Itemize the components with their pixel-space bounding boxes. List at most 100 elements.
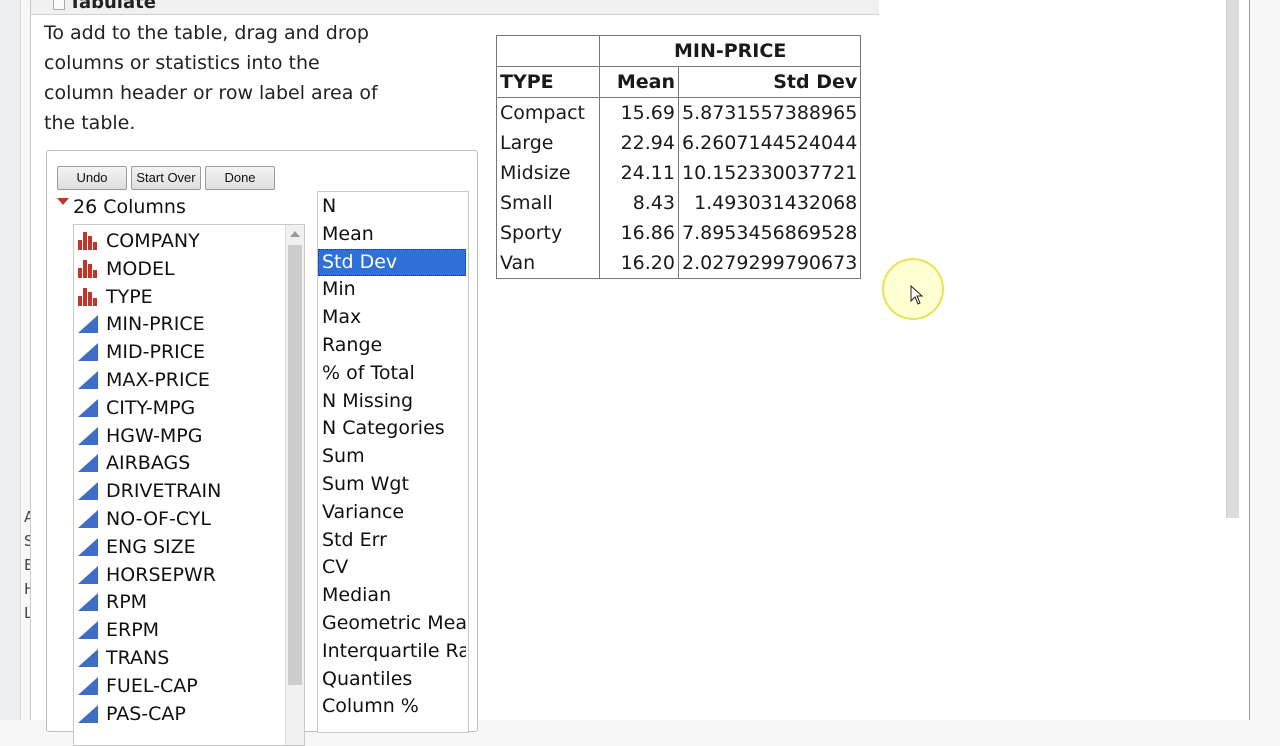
statistic-item[interactable]: Median	[318, 582, 466, 609]
table-row: Small 8.43 1.493031432068	[496, 188, 862, 218]
statistic-item[interactable]: Min	[318, 276, 466, 303]
column-name: PAS-CAP	[106, 702, 186, 725]
statistic-item[interactable]: Range	[318, 332, 466, 359]
bar-chart-icon	[78, 232, 98, 250]
triangle-ramp-icon	[78, 371, 98, 389]
column-name: FUEL-CAP	[106, 674, 198, 697]
table-row: Midsize 24.11 10.152330037721	[496, 158, 862, 188]
scroll-up-icon[interactable]	[290, 231, 300, 237]
column-name: MODEL	[106, 257, 175, 280]
statistic-item[interactable]: N	[318, 193, 466, 220]
background-window-strip	[0, 0, 21, 720]
table-cell-mean: 24.11	[599, 158, 679, 188]
statistics-list[interactable]: N Mean Std Dev Min Max Range% of Total N Missi…	[317, 191, 469, 733]
table-cell-std: 10.152330037721	[677, 158, 862, 188]
table-cell-mean: 16.86	[599, 218, 679, 248]
statistic-item[interactable]: Quantiles	[318, 666, 466, 693]
column-list-scrollbar[interactable]	[285, 225, 304, 745]
table-cell-std: 5.8731557388965	[677, 97, 862, 128]
column-name: MAX-PRICE	[106, 369, 210, 391]
column-name: AIRBAGS	[106, 452, 191, 475]
column-name: TRANS	[106, 647, 170, 669]
scroll-thumb[interactable]	[288, 245, 302, 685]
triangle-ramp-icon	[78, 426, 98, 445]
triangle-ramp-icon	[78, 343, 98, 362]
statistic-item[interactable]: Sum Wgt	[318, 471, 466, 498]
statistic-item[interactable]: Max	[318, 304, 466, 331]
col-header-mean[interactable]: Mean	[599, 66, 679, 98]
table-cell-type: Large	[496, 128, 600, 158]
triangle-ramp-icon	[78, 537, 98, 556]
column-name: COMPANY	[106, 230, 200, 252]
statistic-item[interactable]: Geometric Mean	[318, 610, 466, 637]
statistic-item[interactable]: Std Dev	[318, 248, 466, 276]
column-name: DRIVETRAIN	[106, 480, 222, 503]
col-header-std-dev[interactable]: Std Dev	[677, 66, 862, 98]
column-name: MID-PRICE	[106, 341, 206, 364]
columns-count-label: 26 Columns	[73, 196, 186, 218]
column-name: HORSEPWR	[106, 563, 216, 586]
triangle-ramp-icon	[78, 676, 98, 695]
table-cell-std: 1.493031432068	[677, 188, 862, 218]
table-cell-mean: 16.20	[599, 248, 679, 279]
table-cell-type: Van	[496, 248, 600, 279]
disclosure-triangle-icon[interactable]	[57, 198, 69, 205]
columns-header[interactable]: 26 Columns	[57, 196, 186, 218]
statistic-item[interactable]: Column %	[318, 693, 466, 720]
statistic-item[interactable]: Sum	[318, 443, 466, 470]
table-cell-type: Compact	[496, 97, 600, 128]
table-cell-mean: 15.69	[599, 97, 679, 128]
triangle-ramp-icon	[78, 510, 98, 528]
table-cell-type: Small	[496, 188, 600, 218]
tabulate-window: Tabulate To add to the table, drag and d…	[30, 0, 1250, 746]
column-name: RPM	[106, 591, 148, 614]
column-name: MIN-PRICE	[106, 313, 205, 336]
triangle-ramp-icon	[78, 454, 98, 473]
triangle-ramp-icon	[78, 621, 98, 640]
table-cell-mean: 22.94	[599, 128, 679, 158]
collapse-toggle[interactable]	[53, 0, 65, 10]
window-scrollbar[interactable]	[1226, 0, 1239, 518]
column-name: TYPE	[106, 285, 153, 308]
statistic-item[interactable]: Mean	[318, 221, 466, 248]
statistic-item[interactable]: CV	[318, 554, 466, 581]
triangle-ramp-icon	[78, 593, 98, 612]
triangle-ramp-icon	[78, 398, 98, 417]
row-header[interactable]: TYPE	[496, 66, 600, 98]
statistic-item[interactable]: % of Total	[318, 360, 466, 387]
statistic-item[interactable]: N Categories	[318, 415, 466, 442]
control-panel: Undo Start Over Done 26 Columns COMPANY M…	[46, 150, 478, 746]
table-cell-std: 6.2607144524044	[677, 128, 862, 158]
triangle-ramp-icon	[78, 649, 98, 667]
window-title: Tabulate	[69, 0, 156, 13]
tabulate-result-table[interactable]: MIN-PRICE TYPE Mean Std Dev Compact 15.69…	[496, 35, 862, 279]
group-header[interactable]: MIN-PRICE	[598, 35, 862, 67]
column-name: HGW-MPG	[106, 424, 203, 447]
table-cell-mean: 8.43	[599, 188, 679, 218]
column-name: ENG SIZE	[106, 535, 196, 558]
triangle-ramp-icon	[78, 565, 98, 584]
triangle-ramp-icon	[78, 482, 98, 501]
mouse-pointer-icon	[910, 285, 924, 305]
instructions-text: To add to the table, drag and drop colum…	[44, 22, 378, 134]
table-row: Large 22.94 6.2607144524044	[496, 128, 862, 158]
table-corner-cell	[496, 35, 600, 67]
statistic-item[interactable]: Std Err	[318, 527, 466, 554]
done-button[interactable]: Done	[205, 166, 275, 190]
statistic-item[interactable]: N Missing	[318, 388, 466, 415]
table-row: Van 16.20 2.0279299790673	[496, 248, 862, 279]
start-over-button[interactable]: Start Over	[131, 166, 201, 190]
table-cell-type: Midsize	[496, 158, 600, 188]
column-list[interactable]: COMPANY MODEL TYPE MIN-PRICE MID-PRICE MAX-PR…	[73, 224, 305, 746]
table-cell-std: 2.0279299790673	[677, 248, 862, 279]
statistic-item[interactable]: Interquartile Range	[318, 638, 466, 665]
title-bar: Tabulate	[31, 0, 879, 15]
undo-button[interactable]: Undo	[57, 166, 127, 190]
bar-chart-icon	[78, 259, 98, 278]
bar-chart-icon	[78, 287, 98, 306]
statistic-item[interactable]: Variance	[318, 499, 466, 526]
table-cell-std: 7.8953456869528	[677, 218, 862, 248]
table-cell-type: Sporty	[496, 218, 600, 248]
table-row: Sporty 16.86 7.8953456869528	[496, 218, 862, 248]
table-row: Compact 15.69 5.8731557388965	[496, 97, 862, 128]
